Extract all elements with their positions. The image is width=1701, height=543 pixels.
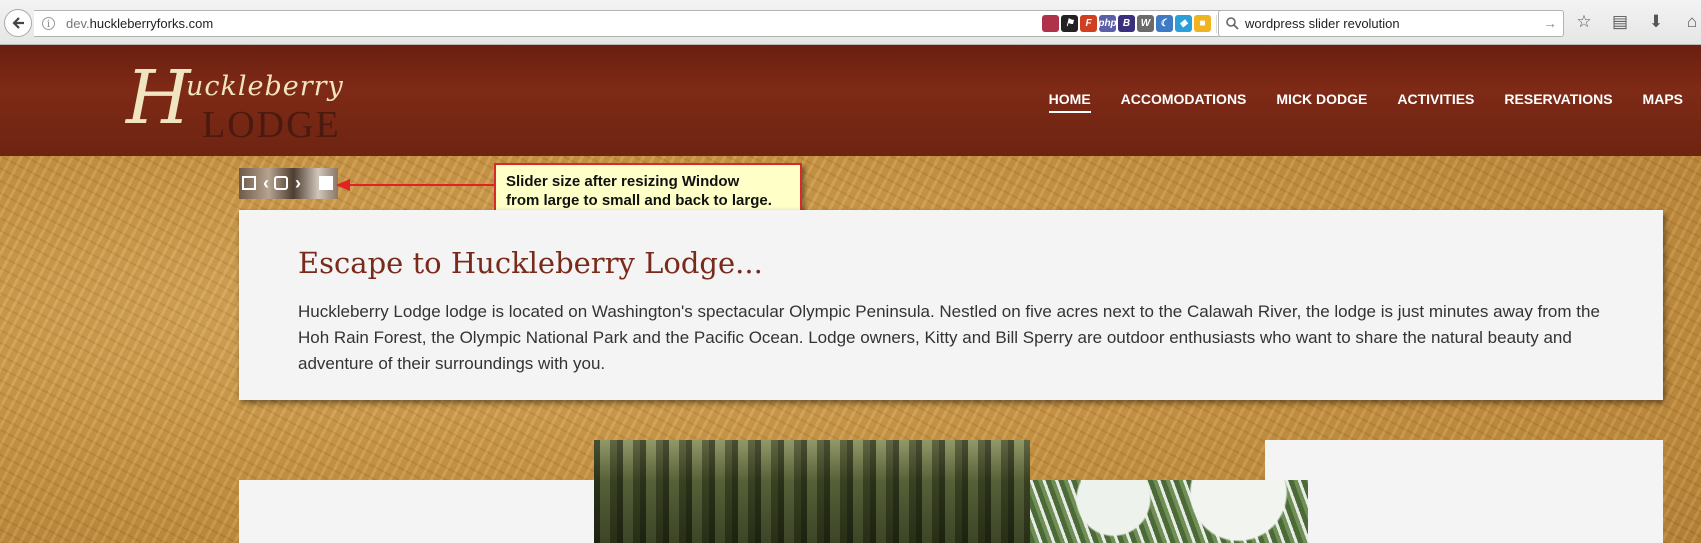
page-title: Escape to Huckleberry Lodge... xyxy=(298,246,763,280)
nav-item-home[interactable]: HOME xyxy=(1048,91,1091,113)
logo[interactable]: H uckleberry LODGE xyxy=(126,61,366,146)
main-nav: HOME ACCOMODATIONS MICK DODGE ACTIVITIES RES… xyxy=(1048,91,1683,113)
back-button[interactable] xyxy=(4,9,32,37)
slider-bullet[interactable] xyxy=(242,176,256,190)
url-domain: huckleberryforks.com xyxy=(89,16,214,31)
search-input[interactable]: wordpress slider revolution xyxy=(1245,16,1400,31)
chat-icon[interactable]: ◆ xyxy=(1175,15,1192,32)
firebug-icon[interactable]: F xyxy=(1080,15,1097,32)
info-icon[interactable]: i xyxy=(42,17,55,30)
lower-left-panel xyxy=(239,480,598,543)
lower-right-panel xyxy=(1265,440,1663,543)
slider-prev-icon[interactable]: ‹ xyxy=(263,174,269,192)
logo-top-text: uckleberry xyxy=(186,71,344,102)
slider-next-icon[interactable]: › xyxy=(295,174,301,192)
annotation-arrowhead-icon xyxy=(336,179,350,191)
cube-icon[interactable]: ■ xyxy=(1194,15,1211,32)
annotation-arrow xyxy=(338,184,494,186)
download-icon[interactable]: ⬇ xyxy=(1646,12,1666,32)
annotation-line-1: Slider size after resizing Window xyxy=(506,173,740,190)
intro-card: Escape to Huckleberry Lodge... Huckleber… xyxy=(239,210,1663,400)
nav-item-mick-dodge[interactable]: MICK DODGE xyxy=(1276,91,1367,113)
wordpress-icon[interactable]: W xyxy=(1137,15,1154,32)
toolbar-icons: ☆ ▤ ⬇ ⌂ xyxy=(1574,12,1701,32)
logo-initial: H xyxy=(126,55,191,141)
slider-bullet-active[interactable] xyxy=(319,176,333,190)
nav-item-activities[interactable]: ACTIVITIES xyxy=(1397,91,1474,113)
annotation-line-2: from large to small and back to large. xyxy=(506,192,772,209)
moon-icon[interactable]: ☾ xyxy=(1156,15,1173,32)
intro-paragraph: Huckleberry Lodge lodge is located on Wa… xyxy=(298,302,1600,373)
nav-item-accomodations[interactable]: ACCOMODATIONS xyxy=(1121,91,1247,113)
site-header: H uckleberry LODGE HOME ACCOMODATIONS MICK… xyxy=(0,45,1701,156)
bookmark-star-icon[interactable]: ☆ xyxy=(1574,12,1594,32)
php-icon[interactable]: php xyxy=(1098,15,1117,32)
bootstrap-icon[interactable]: B xyxy=(1118,15,1135,32)
nav-item-reservations[interactable]: RESERVATIONS xyxy=(1504,91,1612,113)
flag-icon[interactable]: ⚑ xyxy=(1061,15,1078,32)
addon-icons: ⚑ Fphp B W ☾ ◆ ■ xyxy=(1042,15,1211,32)
search-bar[interactable]: wordpress slider revolution → xyxy=(1218,10,1564,37)
browser-toolbar: i dev.huckleberryforks.com ⚑FphpBW☾◆■ ↻ … xyxy=(0,0,1701,45)
search-go-icon[interactable]: → xyxy=(1543,15,1557,31)
url-prefix: dev. xyxy=(66,16,90,31)
forest-photo xyxy=(594,440,1030,543)
nav-item-maps[interactable]: MAPS xyxy=(1643,91,1683,113)
search-icon xyxy=(1226,17,1239,30)
logo-bottom-text: LODGE xyxy=(202,104,341,146)
url-bar[interactable]: i dev.huckleberryforks.com ⚑FphpBW☾◆■ ↻ xyxy=(34,10,1238,37)
trees-photo xyxy=(1030,480,1308,543)
reading-list-icon[interactable]: ▤ xyxy=(1610,12,1630,32)
back-arrow-icon xyxy=(12,17,24,29)
url-text[interactable]: dev.huckleberryforks.com xyxy=(66,16,213,31)
slider-thumbnail[interactable]: ‹ › xyxy=(239,168,338,199)
home-icon[interactable]: ⌂ xyxy=(1682,12,1701,32)
slider-bullet[interactable] xyxy=(274,176,288,190)
feather-icon[interactable] xyxy=(1042,15,1059,32)
